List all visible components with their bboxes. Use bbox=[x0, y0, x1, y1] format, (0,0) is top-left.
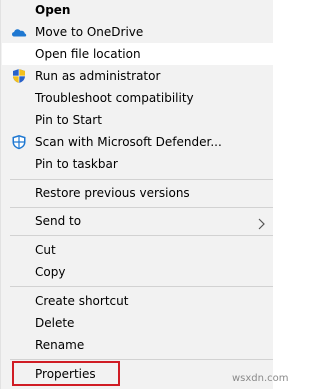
menu-item-pin-to-start[interactable]: Pin to Start bbox=[2, 109, 273, 131]
menu-item-move-to-onedrive-label: Move to OneDrive bbox=[35, 25, 144, 39]
menu-item-create-shortcut-label: Create shortcut bbox=[35, 294, 129, 308]
menu-item-open-file-location-label: Open file location bbox=[35, 47, 141, 61]
menu-item-send-to-label: Send to bbox=[35, 214, 82, 228]
menu-item-create-shortcut[interactable]: Create shortcut bbox=[2, 290, 273, 312]
menu-item-delete-label: Delete bbox=[35, 316, 75, 330]
menu-item-copy[interactable]: Copy bbox=[2, 261, 273, 283]
menu-item-rename-label: Rename bbox=[35, 338, 85, 352]
menu-separator bbox=[10, 179, 273, 180]
menu-separator bbox=[10, 286, 273, 287]
menu-item-cut-label: Cut bbox=[35, 243, 56, 257]
menu-item-run-as-administrator-label: Run as administrator bbox=[35, 69, 161, 83]
menu-item-send-to[interactable]: Send to bbox=[2, 210, 273, 232]
menu-item-restore-previous-versions-label: Restore previous versions bbox=[35, 186, 190, 200]
menu-separator bbox=[10, 207, 273, 208]
chevron-right-icon bbox=[256, 215, 266, 230]
menu-item-cut[interactable]: Cut bbox=[2, 239, 273, 261]
menu-item-copy-label: Copy bbox=[35, 265, 66, 279]
menu-item-open-file-location[interactable]: Open file location bbox=[2, 43, 273, 65]
menu-item-rename[interactable]: Rename bbox=[2, 334, 273, 356]
menu-item-open-label: Open bbox=[35, 3, 71, 17]
watermark: wsxdn.com bbox=[232, 373, 289, 384]
uac-shield-icon bbox=[11, 68, 27, 84]
onedrive-cloud-icon bbox=[11, 24, 27, 40]
menu-item-scan-with-defender-label: Scan with Microsoft Defender... bbox=[35, 135, 222, 149]
menu-item-open[interactable]: Open bbox=[2, 0, 273, 21]
properties-highlight-box bbox=[12, 361, 120, 386]
menu-item-pin-to-taskbar[interactable]: Pin to taskbar bbox=[2, 153, 273, 175]
menu-item-troubleshoot-compatibility-label: Troubleshoot compatibility bbox=[35, 91, 194, 105]
menu-item-run-as-administrator[interactable]: Run as administrator bbox=[2, 65, 273, 87]
menu-separator bbox=[10, 235, 273, 236]
menu-item-delete[interactable]: Delete bbox=[2, 312, 273, 334]
defender-icon bbox=[11, 134, 27, 150]
menu-item-restore-previous-versions[interactable]: Restore previous versions bbox=[2, 182, 273, 204]
menu-item-pin-to-start-label: Pin to Start bbox=[35, 113, 102, 127]
menu-item-move-to-onedrive[interactable]: Move to OneDrive bbox=[2, 21, 273, 43]
menu-item-pin-to-taskbar-label: Pin to taskbar bbox=[35, 157, 118, 171]
menu-separator bbox=[10, 359, 273, 360]
context-menu: Open Move to OneDrive Open file location… bbox=[0, 0, 289, 389]
menu-item-scan-with-defender[interactable]: Scan with Microsoft Defender... bbox=[2, 131, 273, 153]
menu-item-troubleshoot-compatibility[interactable]: Troubleshoot compatibility bbox=[2, 87, 273, 109]
